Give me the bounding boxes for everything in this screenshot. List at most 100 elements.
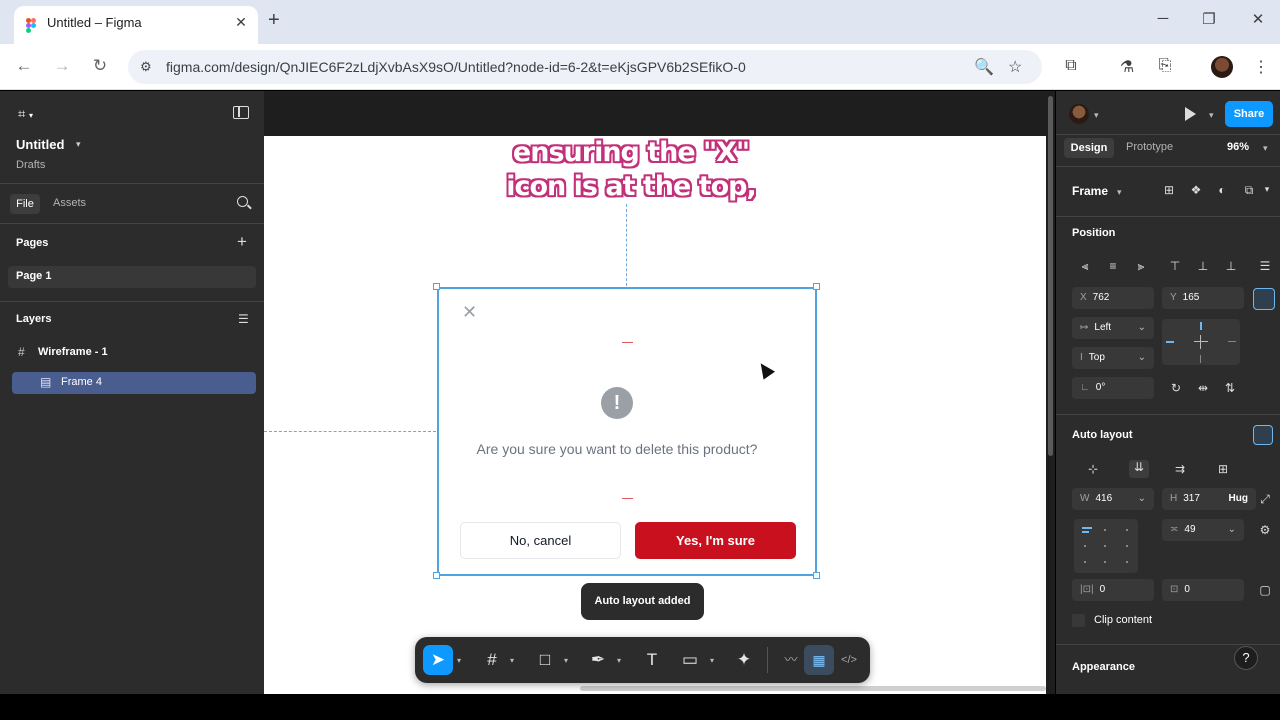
constraint-bottom[interactable] [1200, 355, 1201, 363]
maximize-button[interactable]: ❐ [1199, 10, 1219, 28]
flip-vertical-icon[interactable]: ⇅ [1222, 381, 1238, 395]
resize-icon[interactable]: ⤢ [1257, 492, 1273, 507]
close-icon[interactable]: ✕ [462, 302, 477, 323]
layout-vertical-icon[interactable]: ⇊ [1129, 460, 1149, 478]
file-name[interactable]: Untitled [16, 137, 64, 152]
individual-padding-icon[interactable]: ▢ [1257, 583, 1273, 597]
forward-button[interactable]: → [51, 56, 73, 76]
layer-item-wireframe[interactable]: # Wireframe - 1 [12, 342, 256, 364]
tab-close-icon[interactable]: ✕ [232, 14, 250, 31]
align-right-icon[interactable]: ⫸ [1133, 259, 1149, 274]
draw-mode-icon[interactable]: 〰 [776, 645, 806, 675]
chevron-down-icon[interactable]: ▾ [1209, 110, 1214, 121]
layers-list-icon[interactable]: ☰ [238, 312, 249, 326]
grid-icon[interactable]: ⊞ [1161, 183, 1177, 197]
resize-handle[interactable] [433, 283, 440, 290]
move-tool-icon[interactable]: ➤ [423, 645, 453, 675]
horizontal-scrollbar[interactable] [580, 686, 1046, 691]
distribute-icon[interactable]: ☰ [1257, 259, 1273, 273]
alignment-dot[interactable] [1126, 529, 1128, 531]
pen-tool-icon[interactable]: ✒ [583, 645, 613, 675]
file-chevron-icon[interactable]: ▾ [76, 139, 81, 150]
chevron-down-icon[interactable]: ▾ [710, 656, 714, 665]
advanced-settings-icon[interactable]: ⚙ [1257, 523, 1273, 537]
canvas[interactable]: ✕ ! Are you sure you want to delete this… [264, 136, 1046, 694]
shape-tool-icon[interactable]: □ [530, 645, 560, 675]
tab-assets[interactable]: Assets [53, 197, 86, 209]
vertical-constraint-select[interactable]: I Top ⌄ [1072, 347, 1154, 369]
add-page-icon[interactable]: + [237, 232, 247, 252]
zoom-icon[interactable]: 🔍 [974, 57, 994, 77]
resize-handle[interactable] [813, 283, 820, 290]
comment-tool-icon[interactable]: ▭ [675, 645, 705, 675]
search-icon[interactable] [237, 196, 248, 207]
chevron-down-icon[interactable]: ▾ [1094, 110, 1099, 121]
text-tool-icon[interactable]: T [637, 645, 667, 675]
profile-avatar[interactable] [1211, 56, 1233, 78]
omnibox[interactable]: ⚙ figma.com/design/QnJIEC6F2zLdjXvbAsX9s… [128, 50, 1042, 84]
chevron-down-icon[interactable]: ▾ [510, 656, 514, 665]
horizontal-padding-field[interactable]: |⊡| 0 [1072, 579, 1154, 601]
new-tab-button[interactable]: + [268, 9, 280, 32]
flip-horizontal-icon[interactable]: ⇹ [1195, 381, 1211, 395]
vertical-scrollbar[interactable] [1046, 91, 1055, 694]
mask-icon[interactable]: ◐ [1214, 183, 1230, 197]
layout-freeform-icon[interactable]: ⊹ [1085, 462, 1101, 476]
chevron-down-icon[interactable]: ▾ [457, 656, 461, 665]
page-item[interactable]: Page 1 [8, 266, 256, 288]
gap-field[interactable]: ≍ 49 ⌄ [1162, 519, 1244, 541]
alignment-dot[interactable] [1104, 545, 1106, 547]
clip-content-checkbox[interactable] [1072, 614, 1085, 627]
design-mode-icon[interactable]: ▦ [804, 645, 834, 675]
extensions-icon[interactable]: ⧉ [1061, 57, 1081, 75]
auto-layout-settings-icon[interactable] [1253, 425, 1273, 445]
boolean-icon[interactable]: ⧉ [1241, 183, 1257, 198]
tab-design[interactable]: Design [1064, 138, 1114, 158]
x-position-field[interactable]: X 762 [1072, 287, 1154, 309]
chevron-down-icon[interactable]: ▾ [1263, 143, 1268, 154]
share-button[interactable]: Share [1225, 101, 1273, 127]
alignment-dot[interactable] [1126, 561, 1128, 563]
component-icon[interactable]: ❖ [1188, 183, 1204, 197]
labs-icon[interactable]: ⚗ [1117, 57, 1137, 77]
y-position-field[interactable]: Y 165 [1162, 287, 1244, 309]
chevron-down-icon[interactable]: ▾ [1259, 184, 1275, 195]
reload-button[interactable]: ↻ [89, 56, 111, 76]
rotation-field[interactable]: ∟ 0° [1072, 377, 1154, 399]
frame-4[interactable]: ✕ ! Are you sure you want to delete this… [437, 287, 817, 576]
align-left-icon[interactable]: ⫷ [1077, 259, 1093, 274]
toggle-panel-icon[interactable] [233, 106, 249, 119]
align-bottom-icon[interactable]: ⊥ [1223, 259, 1239, 273]
minimize-button[interactable]: ─ [1153, 10, 1173, 27]
alignment-dot[interactable] [1104, 561, 1106, 563]
cancel-button[interactable]: No, cancel [460, 522, 621, 559]
horizontal-constraint-select[interactable]: ↦ Left ⌄ [1072, 317, 1154, 339]
cast-icon[interactable]: ⎘ [1155, 57, 1175, 75]
figma-menu-icon[interactable]: ⌗ ▾ [18, 106, 33, 122]
layout-grid-icon[interactable]: ⊞ [1215, 462, 1231, 476]
vertical-padding-field[interactable]: ⊡ 0 [1162, 579, 1244, 601]
zoom-level[interactable]: 96% [1227, 141, 1249, 153]
layer-item-frame-4[interactable]: ▤ Frame 4 [12, 372, 256, 394]
constraint-left[interactable] [1166, 341, 1174, 343]
alignment-dot[interactable] [1084, 545, 1086, 547]
scrollbar-thumb[interactable] [1048, 96, 1053, 456]
layout-horizontal-icon[interactable]: ⇉ [1172, 462, 1188, 476]
align-top-icon[interactable]: ⊤ [1167, 259, 1183, 273]
user-avatar[interactable] [1069, 104, 1089, 124]
tab-file[interactable]: File [10, 194, 40, 214]
constraints-widget[interactable] [1162, 319, 1240, 365]
resize-handle[interactable] [813, 572, 820, 579]
alignment-grid[interactable] [1074, 519, 1138, 573]
help-button[interactable]: ? [1234, 646, 1258, 670]
align-center-icon[interactable]: ≡ [1105, 259, 1121, 273]
constraint-top[interactable] [1200, 322, 1202, 330]
browser-menu-icon[interactable]: ⋮ [1251, 57, 1271, 77]
height-field[interactable]: H 317 Hug [1162, 488, 1256, 510]
actions-tool-icon[interactable]: ✦ [729, 645, 759, 675]
close-window-button[interactable]: ✕ [1248, 10, 1268, 28]
chevron-down-icon[interactable]: ▾ [1117, 187, 1122, 198]
bookmark-star-icon[interactable]: ☆ [1008, 57, 1022, 77]
confirm-delete-button[interactable]: Yes, I'm sure [635, 522, 796, 559]
alignment-dot[interactable] [1126, 545, 1128, 547]
